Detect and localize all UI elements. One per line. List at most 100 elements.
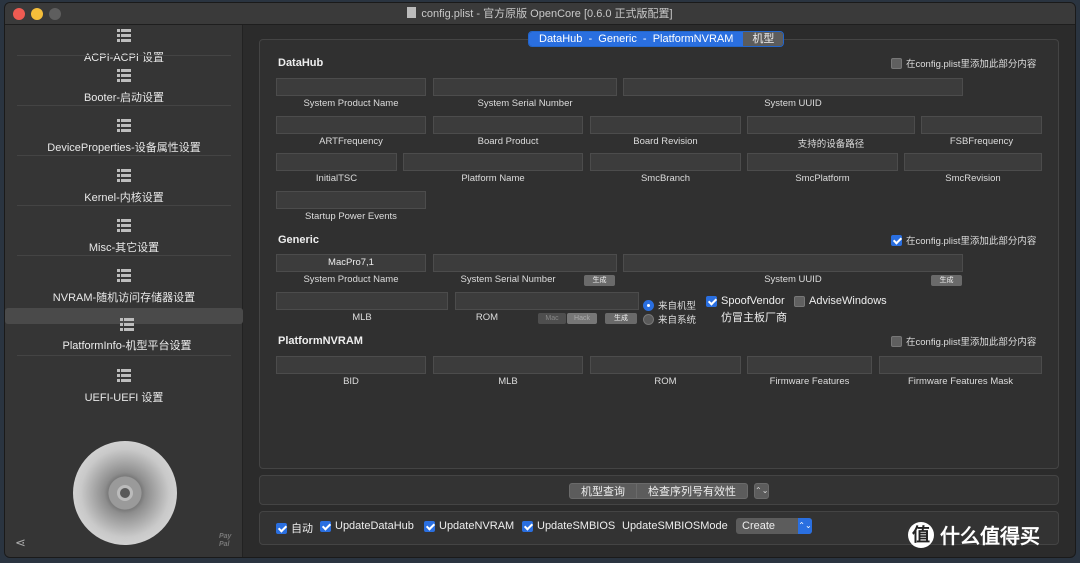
radio-from-model[interactable]: 来自机型 bbox=[643, 298, 696, 312]
radio-icon bbox=[643, 299, 654, 311]
field-label: SmcBranch bbox=[640, 173, 691, 184]
list-icon bbox=[117, 169, 131, 183]
sidebar-item-label: Misc-其它设置 bbox=[88, 242, 160, 254]
sidebar-item-platforminfo[interactable]: PlatformInfo-机型平台设置 bbox=[5, 308, 243, 352]
action-stepper[interactable]: ⌃⌄ bbox=[754, 483, 769, 499]
generate-uuid-button[interactable]: 生成 bbox=[931, 275, 962, 286]
platform-nvram-add-checkbox[interactable]: 在config.plist里添加此部分内容 bbox=[891, 334, 1036, 348]
radio-icon bbox=[643, 313, 654, 325]
radio-from-system[interactable]: 来自系统 bbox=[643, 312, 696, 326]
smbios-mode-select[interactable]: Create ⌃⌄ bbox=[736, 518, 812, 534]
field-label: ROM bbox=[475, 312, 499, 323]
sidebar-item-booter[interactable]: Booter-启动设置 bbox=[5, 65, 243, 115]
paypal-icon[interactable]: Pay Pal bbox=[219, 533, 231, 549]
datahub-smc-platform-input[interactable] bbox=[747, 153, 898, 171]
window-title: config.plist - 官方原版 OpenCore [0.6.0 正式版配… bbox=[421, 8, 673, 20]
rom-hack-button[interactable]: Hack bbox=[567, 313, 597, 324]
checkbox-icon bbox=[891, 234, 902, 246]
tab-model[interactable]: 机型 bbox=[743, 32, 784, 46]
sidebar-item-label: Booter-启动设置 bbox=[83, 92, 165, 104]
field-label: SmcPlatform bbox=[795, 173, 850, 184]
generic-system-product-name-input[interactable]: MacPro7,1 bbox=[276, 254, 426, 272]
datahub-device-path-input[interactable] bbox=[747, 116, 915, 134]
field-label: MLB bbox=[352, 312, 372, 323]
checkbox-icon bbox=[891, 335, 902, 347]
sidebar-item-uefi[interactable]: UEFI-UEFI 设置 bbox=[5, 365, 243, 415]
generate-rom-button[interactable]: 生成 bbox=[605, 313, 637, 324]
datahub-smc-branch-input[interactable] bbox=[590, 153, 741, 171]
sidebar-item-kernel[interactable]: Kernel-内核设置 bbox=[5, 165, 243, 215]
datahub-system-serial-number-input[interactable] bbox=[433, 78, 617, 96]
advise-windows-checkbox[interactable]: AdviseWindows bbox=[794, 295, 887, 307]
datahub-initial-tsc-input[interactable] bbox=[276, 153, 397, 171]
datahub-smc-revision-input[interactable] bbox=[904, 153, 1042, 171]
generic-system-uuid-input[interactable] bbox=[623, 254, 963, 272]
field-label: Startup Power Events bbox=[305, 211, 397, 222]
update-smbios-mode-label: UpdateSMBIOSMode bbox=[622, 520, 728, 532]
field-label: 支持的设备路径 bbox=[797, 139, 865, 150]
list-icon bbox=[117, 119, 131, 133]
section-title-datahub: DataHub bbox=[278, 57, 324, 69]
generate-serial-button[interactable]: 生成 bbox=[584, 275, 615, 286]
sidebar-item-label: ACPI-ACPI 设置 bbox=[83, 52, 165, 64]
list-icon bbox=[117, 69, 131, 83]
field-label: System Product Name bbox=[303, 98, 399, 109]
field-label: SmcRevision bbox=[945, 173, 1001, 184]
nvram-firmware-features-mask-input[interactable] bbox=[879, 356, 1042, 374]
sidebar-item-label: PlatformInfo-机型平台设置 bbox=[62, 340, 192, 352]
field-label: BID bbox=[343, 376, 359, 387]
nvram-bid-input[interactable] bbox=[276, 356, 426, 374]
field-label: Platform Name bbox=[461, 173, 525, 184]
zoom-window-button[interactable] bbox=[49, 8, 61, 20]
field-label: System Serial Number bbox=[477, 98, 573, 109]
nvram-mlb-input[interactable] bbox=[433, 356, 583, 374]
generic-add-checkbox[interactable]: 在config.plist里添加此部分内容 bbox=[891, 233, 1036, 247]
auto-checkbox[interactable]: 自动 bbox=[276, 520, 313, 536]
datahub-art-frequency-input[interactable] bbox=[276, 116, 426, 134]
rom-mac-button[interactable]: Mac bbox=[538, 313, 566, 324]
sidebar-item-label: DeviceProperties-设备属性设置 bbox=[47, 142, 201, 154]
model-query-button[interactable]: 机型查询 bbox=[569, 483, 637, 499]
update-datahub-checkbox[interactable]: UpdateDataHub bbox=[320, 520, 414, 532]
generic-system-serial-number-input[interactable] bbox=[433, 254, 617, 272]
nvram-firmware-features-input[interactable] bbox=[747, 356, 872, 374]
field-label: Firmware Features Mask bbox=[907, 376, 1014, 387]
generic-rom-input[interactable] bbox=[455, 292, 639, 310]
field-label: System UUID bbox=[764, 274, 822, 285]
field-label: InitialTSC bbox=[315, 173, 358, 184]
sidebar-item-misc[interactable]: Misc-其它设置 bbox=[5, 215, 243, 265]
update-smbios-checkbox[interactable]: UpdateSMBIOS bbox=[522, 520, 615, 532]
datahub-system-product-name-input[interactable] bbox=[276, 78, 426, 96]
check-serial-button[interactable]: 检查序列号有效性 bbox=[636, 483, 748, 499]
checkbox-icon bbox=[522, 520, 533, 532]
field-label: MLB bbox=[498, 376, 518, 387]
title-bar: config.plist - 官方原版 OpenCore [0.6.0 正式版配… bbox=[5, 3, 1075, 25]
sidebar-item-label: Kernel-内核设置 bbox=[84, 192, 164, 204]
nvram-rom-input[interactable] bbox=[590, 356, 741, 374]
datahub-platform-name-input[interactable] bbox=[403, 153, 583, 171]
watermark-logo-icon: 值 bbox=[908, 521, 934, 548]
datahub-board-product-input[interactable] bbox=[433, 116, 583, 134]
list-icon bbox=[117, 369, 131, 383]
datahub-fsb-frequency-input[interactable] bbox=[921, 116, 1042, 134]
field-label: System Serial Number bbox=[460, 274, 556, 285]
section-title-generic: Generic bbox=[278, 234, 319, 246]
checkbox-icon bbox=[424, 520, 435, 532]
share-icon[interactable]: ⋖ bbox=[15, 535, 26, 551]
datahub-system-uuid-input[interactable] bbox=[623, 78, 963, 96]
minimize-window-button[interactable] bbox=[31, 8, 43, 20]
datahub-startup-power-events-input[interactable] bbox=[276, 191, 426, 209]
spoof-vendor-checkbox[interactable]: SpoofVendor bbox=[706, 295, 785, 307]
sidebar-item-label: NVRAM-随机访问存储器设置 bbox=[52, 292, 196, 304]
field-label: ARTFrequency bbox=[319, 136, 383, 147]
generic-mlb-input[interactable] bbox=[276, 292, 448, 310]
datahub-board-revision-input[interactable] bbox=[590, 116, 741, 134]
field-label: Board Product bbox=[477, 136, 539, 147]
tab-datahub-generic-nvram[interactable]: DataHub - Generic - PlatformNVRAM bbox=[529, 32, 744, 46]
sidebar-item-deviceproperties[interactable]: DeviceProperties-设备属性设置 bbox=[5, 115, 243, 165]
list-icon bbox=[117, 219, 131, 233]
list-icon bbox=[117, 29, 131, 43]
close-window-button[interactable] bbox=[13, 8, 25, 20]
update-nvram-checkbox[interactable]: UpdateNVRAM bbox=[424, 520, 514, 532]
datahub-add-checkbox[interactable]: 在config.plist里添加此部分内容 bbox=[891, 56, 1036, 70]
